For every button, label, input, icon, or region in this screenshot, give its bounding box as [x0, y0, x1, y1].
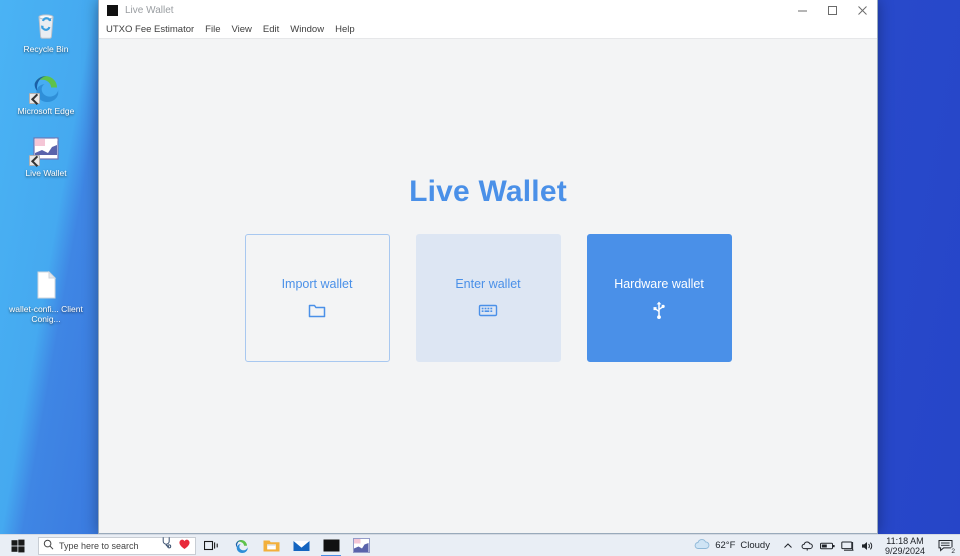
weather-widget[interactable]: 62°F Cloudy — [686, 538, 778, 553]
live-wallet-window[interactable]: Live Wallet UTXO Fee Estimator File View… — [98, 0, 878, 534]
clock-date: 9/29/2024 — [884, 545, 925, 556]
enter-wallet-label: Enter wallet — [455, 276, 521, 291]
usb-icon — [649, 300, 669, 320]
desktop-icon-wallet-config-file[interactable]: wallet-confi... Client Conig... — [0, 264, 92, 324]
desktop-icon-list: Recycle Bin Microsoft Edge Live Wallet w… — [0, 4, 98, 336]
maximize-button[interactable] — [817, 0, 847, 21]
edge-icon — [29, 70, 63, 104]
menu-item-utxo-fee-estimator[interactable]: UTXO Fee Estimator — [106, 24, 194, 35]
stethoscope-icon[interactable] — [161, 536, 173, 555]
menu-item-window[interactable]: Window — [290, 24, 324, 35]
taskbar[interactable]: Type here to search 62°F Cloudy 11:18 AM… — [0, 534, 960, 556]
cloud-icon — [694, 538, 710, 553]
clock[interactable]: 11:18 AM 9/29/2024 — [878, 536, 932, 556]
taskbar-live-wallet-window-icon[interactable] — [316, 535, 346, 556]
system-tray: 62°F Cloudy 11:18 AM 9/29/2024 2 — [686, 535, 960, 556]
desktop-icon-recycle-bin[interactable]: Recycle Bin — [0, 4, 92, 54]
task-view-icon[interactable] — [196, 535, 226, 556]
desktop-icon-label: wallet-confi... Client Conig... — [9, 304, 83, 324]
onedrive-icon[interactable] — [798, 535, 818, 556]
desktop-icon-label: Microsoft Edge — [17, 106, 75, 116]
window-content: Live Wallet Import wallet Enter wallet H… — [99, 38, 877, 533]
hardware-wallet-card[interactable]: Hardware wallet — [586, 234, 732, 362]
desktop-icon-label: Live Wallet — [25, 168, 67, 178]
windows-start-icon[interactable] — [0, 535, 36, 556]
recycle-bin-icon — [29, 8, 63, 42]
taskbar-mail-icon[interactable] — [286, 535, 316, 556]
desktop[interactable]: Recycle Bin Microsoft Edge Live Wallet w… — [0, 0, 960, 556]
taskbar-chart-app-icon[interactable] — [346, 535, 376, 556]
window-controls — [787, 0, 877, 21]
menu-item-help[interactable]: Help — [335, 24, 355, 35]
keyboard-icon — [478, 300, 498, 320]
wallet-options: Import wallet Enter wallet Hardware wall… — [99, 234, 877, 362]
notification-icon[interactable]: 2 — [932, 535, 958, 556]
window-titlebar[interactable]: Live Wallet — [99, 0, 877, 21]
clock-time: 11:18 AM — [886, 535, 924, 546]
import-wallet-card[interactable]: Import wallet — [244, 234, 390, 362]
shortcut-arrow-icon — [29, 93, 40, 104]
import-wallet-label: Import wallet — [281, 276, 353, 291]
weather-temperature: 62°F — [715, 540, 736, 551]
enter-wallet-card[interactable]: Enter wallet — [415, 234, 561, 362]
weather-condition: Cloudy — [740, 540, 770, 551]
menu-item-view[interactable]: View — [231, 24, 251, 35]
volume-icon[interactable] — [858, 535, 878, 556]
chart-app-icon — [29, 132, 63, 166]
menu-bar[interactable]: UTXO Fee Estimator File View Edit Window… — [99, 21, 877, 38]
menu-item-file[interactable]: File — [205, 24, 220, 35]
taskbar-file-explorer-icon[interactable] — [256, 535, 286, 556]
heart-icon[interactable] — [178, 537, 191, 555]
notification-badge: 2 — [950, 546, 956, 556]
close-button[interactable] — [847, 0, 877, 21]
desktop-icon-live-wallet[interactable]: Live Wallet — [0, 128, 92, 178]
folder-icon — [307, 300, 327, 320]
black-square-icon — [107, 4, 118, 16]
window-title: Live Wallet — [125, 4, 174, 16]
search-input[interactable]: Type here to search — [38, 536, 196, 555]
taskbar-edge-icon[interactable] — [226, 535, 256, 556]
document-icon — [29, 268, 63, 302]
hardware-wallet-label: Hardware wallet — [614, 276, 704, 291]
network-icon[interactable] — [838, 535, 858, 556]
page-title: Live Wallet — [409, 175, 567, 208]
chevron-up-icon[interactable] — [778, 535, 798, 556]
search-placeholder: Type here to search — [59, 540, 139, 551]
shortcut-arrow-icon — [29, 155, 40, 166]
battery-icon[interactable] — [818, 535, 838, 556]
desktop-icon-microsoft-edge[interactable]: Microsoft Edge — [0, 66, 92, 116]
menu-item-edit[interactable]: Edit — [263, 24, 279, 35]
search-icon — [43, 537, 54, 555]
minimize-button[interactable] — [787, 0, 817, 21]
desktop-icon-label: Recycle Bin — [23, 44, 69, 54]
